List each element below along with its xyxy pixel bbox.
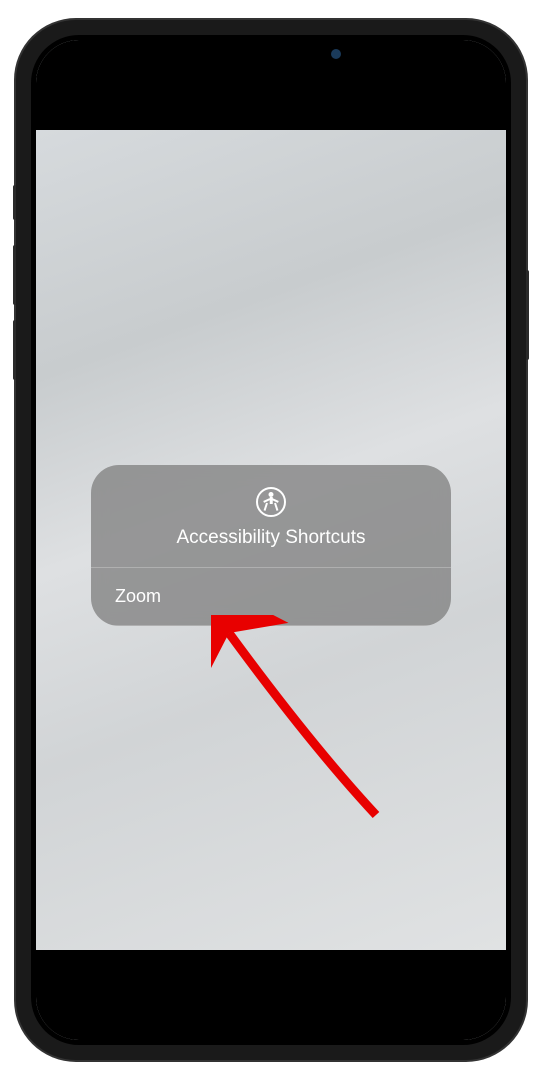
power-button <box>526 270 529 360</box>
popup-title: Accessibility Shortcuts <box>176 527 365 549</box>
accessibility-icon <box>256 487 286 517</box>
shortcut-label: Zoom <box>115 586 161 606</box>
zoom-shortcut-item[interactable]: Zoom <box>91 567 451 626</box>
popup-header: Accessibility Shortcuts <box>91 465 451 567</box>
annotation-arrow <box>211 615 391 825</box>
letterbox-bottom <box>36 950 506 1040</box>
accessibility-shortcuts-popup: Accessibility Shortcuts Zoom <box>91 465 451 626</box>
volume-up-button <box>13 245 16 305</box>
notch <box>171 40 371 68</box>
volume-down-button <box>13 320 16 380</box>
front-camera <box>331 49 341 59</box>
phone-frame: Accessibility Shortcuts Zoom <box>16 20 526 1060</box>
mute-switch <box>13 185 16 220</box>
screen: Accessibility Shortcuts Zoom <box>36 40 506 1040</box>
phone-bezel: Accessibility Shortcuts Zoom <box>31 35 511 1045</box>
blurred-background: Accessibility Shortcuts Zoom <box>36 130 506 950</box>
